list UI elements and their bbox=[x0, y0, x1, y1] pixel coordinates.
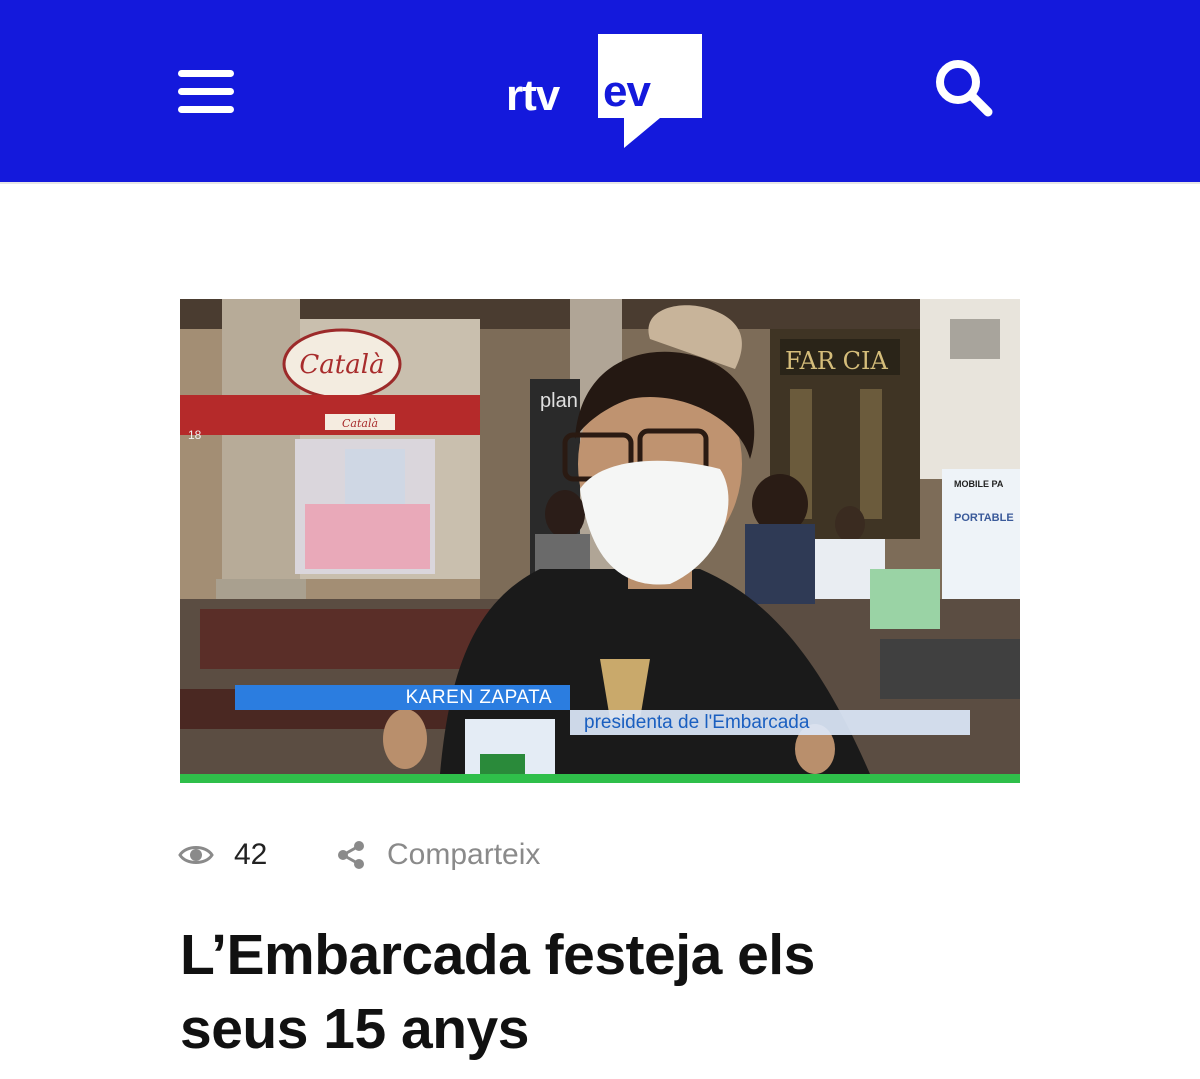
video-progress-bar[interactable] bbox=[180, 774, 1020, 783]
article-title-line-1: L’Embarcada festeja els bbox=[180, 923, 815, 987]
article-meta: 42 Comparteix bbox=[178, 836, 878, 876]
share-icon bbox=[338, 841, 364, 869]
eye-icon bbox=[178, 846, 214, 864]
search-icon bbox=[936, 60, 993, 117]
logo-text-rtv: rtv bbox=[506, 71, 560, 120]
article-title: L’Embarcada festeja els seus 15 anys bbox=[180, 918, 1080, 1066]
search-button[interactable] bbox=[932, 56, 996, 120]
door-number: 18 bbox=[188, 428, 202, 442]
storefront-sign: Català bbox=[299, 350, 384, 380]
board-top-text: MOBILE PA bbox=[954, 479, 1004, 489]
view-count: 42 bbox=[234, 838, 268, 871]
site-logo[interactable]: rtv ev bbox=[500, 30, 710, 152]
hamburger-icon bbox=[178, 70, 234, 77]
menu-button[interactable] bbox=[178, 68, 234, 114]
shop-sign: plan bbox=[540, 390, 578, 412]
lower-third-role: presidenta de l'Embarcada bbox=[570, 710, 970, 735]
board-sub-text: PORTABLE bbox=[954, 512, 1014, 524]
hamburger-icon-bar bbox=[178, 88, 234, 95]
logo-text-ev: ev bbox=[603, 67, 651, 116]
article-title-line-2: seus 15 anys bbox=[180, 997, 529, 1061]
pharmacy-sign: FAR CIA bbox=[785, 347, 888, 375]
awning-sign: Català bbox=[342, 417, 378, 430]
hamburger-icon-bar bbox=[178, 106, 234, 113]
share-label: Comparteix bbox=[387, 838, 541, 871]
share-button[interactable]: Comparteix bbox=[336, 836, 596, 876]
top-navigation-bar: rtv ev bbox=[0, 0, 1200, 184]
lower-third-name: KAREN ZAPATA bbox=[235, 685, 570, 710]
